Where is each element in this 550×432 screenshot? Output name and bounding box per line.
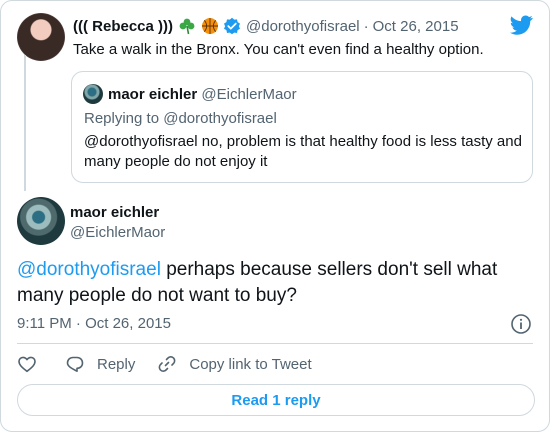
copy-link-button[interactable]: Copy link to Tweet	[157, 354, 312, 374]
read-replies-button[interactable]: Read 1 reply	[17, 384, 535, 416]
copy-link-label: Copy link to Tweet	[189, 355, 312, 373]
avatar[interactable]	[83, 84, 103, 104]
author-name[interactable]: maor eichler	[108, 86, 197, 103]
author-name[interactable]: ((( Rebecca )))	[73, 18, 173, 35]
tweet-embed-card: ((( Rebecca ))) @dorothyofisrael · Oct 2…	[0, 0, 550, 432]
author-handle[interactable]: @EichlerMaor	[201, 86, 296, 103]
divider	[17, 343, 533, 344]
parent-tweet-header: ((( Rebecca ))) @dorothyofisrael · Oct 2…	[73, 16, 459, 36]
tweet-date[interactable]: Oct 26, 2015	[373, 18, 459, 35]
reply-label: Reply	[97, 355, 136, 373]
twitter-bird-icon[interactable]	[510, 15, 533, 35]
reply-bubble-icon	[66, 356, 84, 372]
verified-badge-icon	[224, 17, 241, 35]
author-handle[interactable]: @dorothyofisrael	[246, 18, 360, 35]
tweet-actions: Reply Copy link to Tweet	[17, 353, 334, 375]
quoted-tweet[interactable]: maor eichler @EichlerMaor Replying to @d…	[71, 71, 533, 183]
thread-connector-line	[24, 55, 26, 191]
tweet-timestamp[interactable]: 9:11 PM · Oct 26, 2015	[17, 314, 171, 334]
link-icon	[158, 356, 176, 372]
reply-button[interactable]: Reply	[65, 354, 135, 374]
shamrock-icon	[179, 18, 195, 35]
mention-link[interactable]: @dorothyofisrael	[17, 259, 161, 280]
quoted-tweet-header: maor eichler @EichlerMaor	[108, 85, 297, 105]
avatar[interactable]	[17, 13, 65, 61]
info-icon[interactable]	[510, 313, 532, 335]
author-name[interactable]: maor eichler	[70, 203, 159, 223]
author-handle[interactable]: @EichlerMaor	[70, 223, 165, 243]
tweet-text: Take a walk in the Bronx. You can't even…	[73, 41, 484, 58]
quoted-tweet-text: @dorothyofisrael no, problem is that hea…	[84, 133, 522, 170]
replying-to-label: Replying to @dorothyofisrael	[84, 110, 277, 127]
main-tweet-text: @dorothyofisrael perhaps because sellers…	[17, 257, 537, 309]
basketball-icon	[202, 18, 219, 34]
avatar[interactable]	[17, 197, 65, 245]
like-button[interactable]	[17, 354, 37, 374]
heart-icon	[18, 356, 36, 373]
separator: ·	[363, 17, 369, 35]
